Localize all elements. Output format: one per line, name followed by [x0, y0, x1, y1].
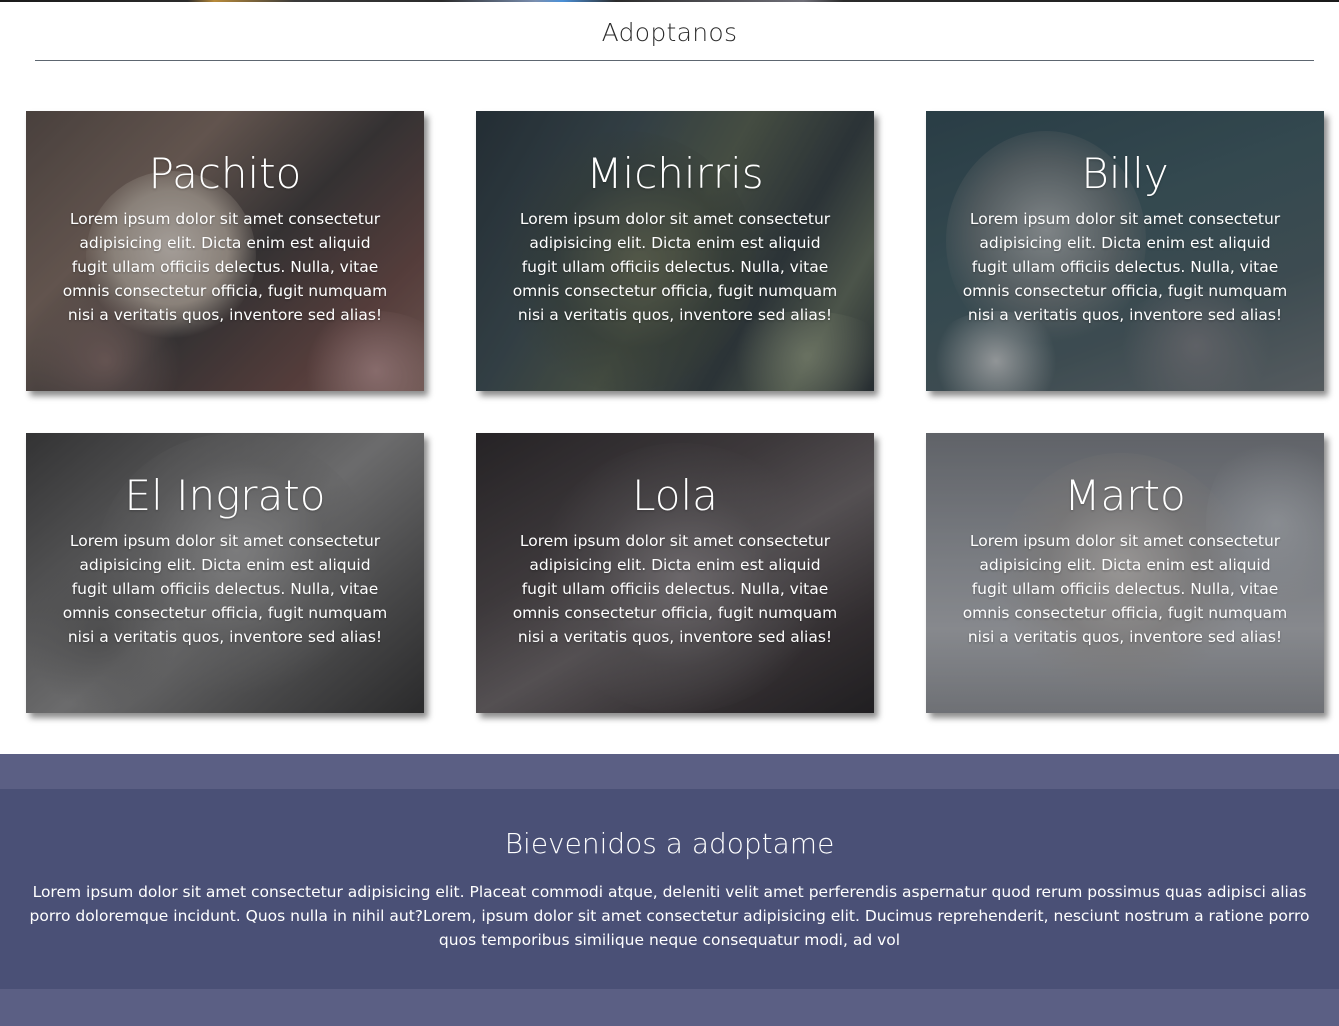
cat-card-michirris[interactable]: Michirris Lorem ipsum dolor sit amet con… [476, 111, 874, 391]
cat-description: Lorem ipsum dolor sit amet consectetur a… [512, 532, 838, 646]
cat-name: Michirris [586, 149, 764, 198]
cat-description: Lorem ipsum dolor sit amet consectetur a… [62, 210, 388, 324]
cat-card-el-ingrato[interactable]: El Ingrato Lorem ipsum dolor sit amet co… [26, 433, 424, 713]
welcome-title: Bievenidos a adoptame [504, 827, 835, 860]
cat-name: Billy [1081, 149, 1169, 198]
cat-name: Pachito [148, 149, 302, 198]
welcome-band-bottom [0, 989, 1339, 1026]
cat-card-lola[interactable]: Lola Lorem ipsum dolor sit amet consecte… [476, 433, 874, 713]
welcome-band-top [0, 754, 1339, 789]
cat-name: Marto [1064, 471, 1186, 520]
cat-description: Lorem ipsum dolor sit amet consectetur a… [962, 210, 1288, 324]
cat-description: Lorem ipsum dolor sit amet consectetur a… [62, 532, 388, 646]
cat-description: Lorem ipsum dolor sit amet consectetur a… [962, 532, 1288, 646]
cat-description: Lorem ipsum dolor sit amet consectetur a… [512, 210, 838, 324]
cat-card-marto[interactable]: Marto Lorem ipsum dolor sit amet consect… [926, 433, 1324, 713]
cat-cards-grid: Pachito Lorem ipsum dolor sit amet conse… [0, 0, 1339, 740]
cat-name: Lola [632, 471, 718, 520]
cat-card-pachito[interactable]: Pachito Lorem ipsum dolor sit amet conse… [26, 111, 424, 391]
welcome-text: Lorem ipsum dolor sit amet consectetur a… [29, 883, 1310, 949]
cat-card-billy[interactable]: Billy Lorem ipsum dolor sit amet consect… [926, 111, 1324, 391]
cat-name: El Ingrato [124, 471, 326, 520]
